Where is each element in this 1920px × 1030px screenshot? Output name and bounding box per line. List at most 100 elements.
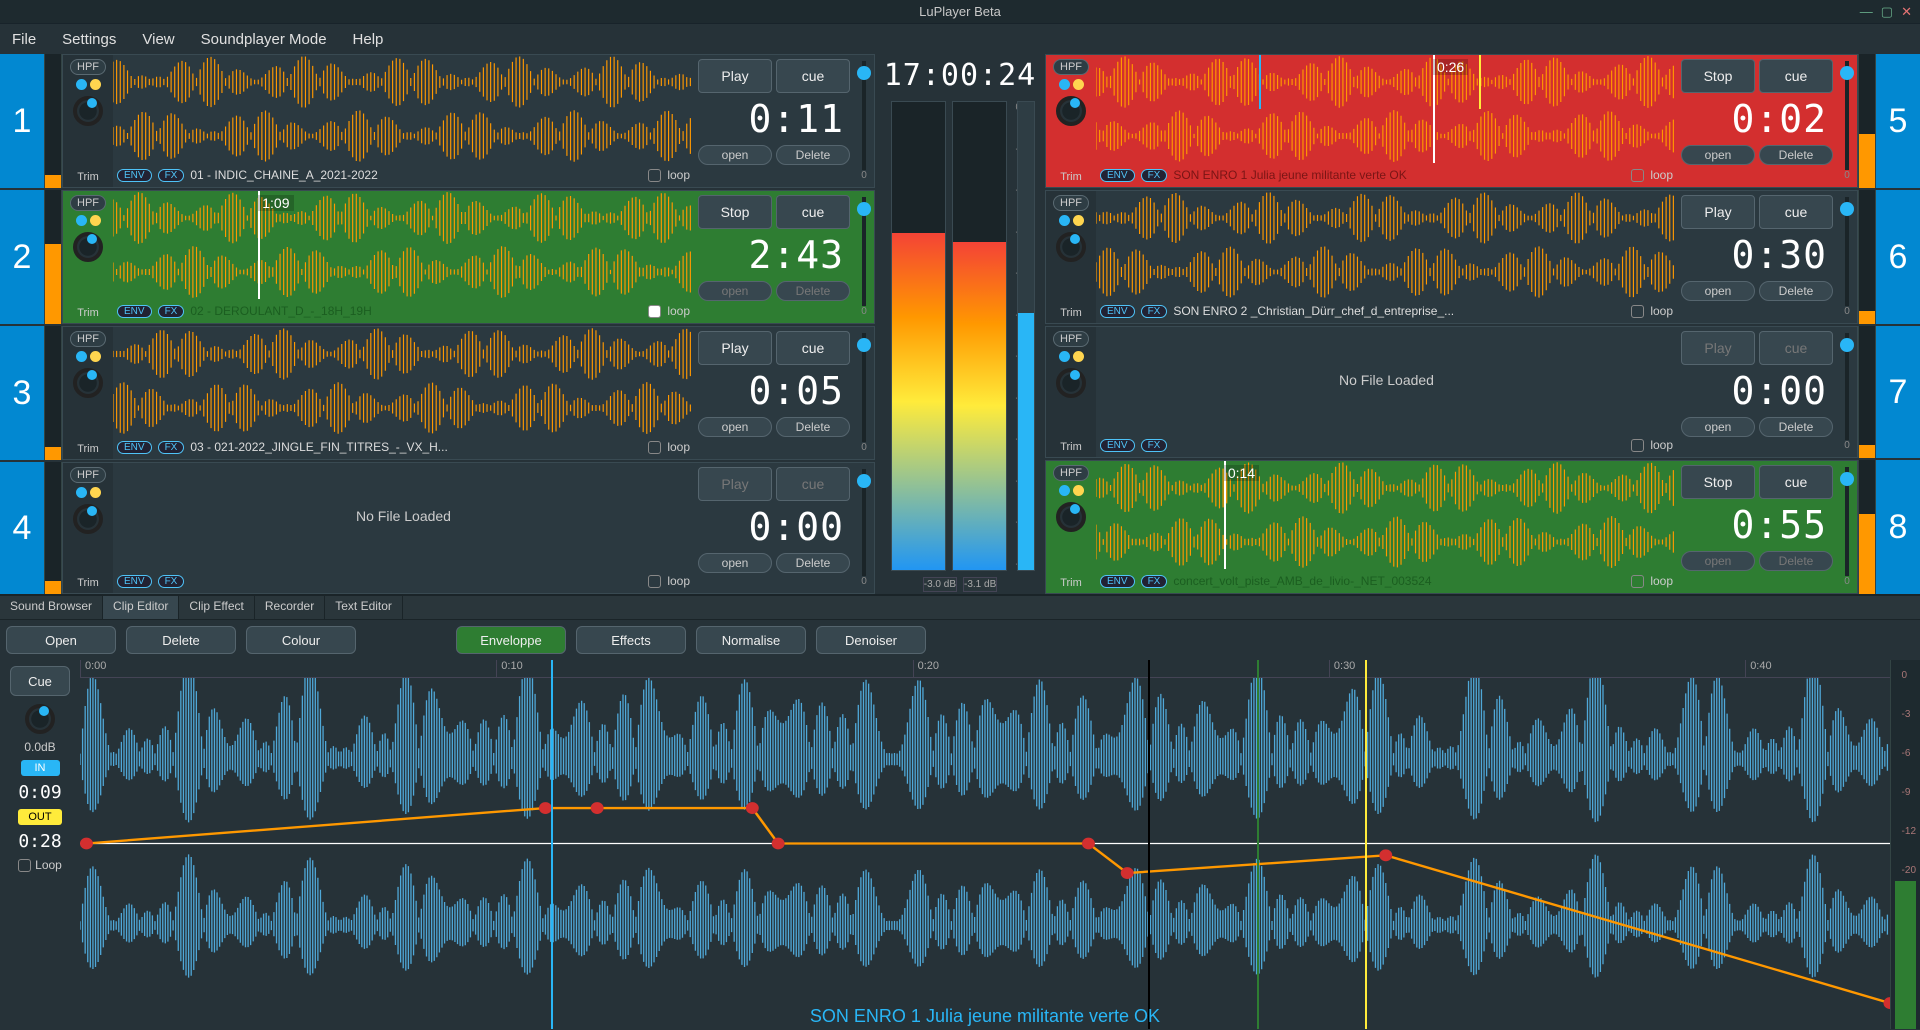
- delete-button[interactable]: Delete: [1759, 145, 1833, 165]
- trim-knob[interactable]: [73, 504, 103, 534]
- tab-clip-editor[interactable]: Clip Editor: [103, 596, 179, 619]
- env-pill[interactable]: ENV: [1100, 575, 1135, 588]
- out-badge[interactable]: OUT: [18, 809, 61, 825]
- delete-button[interactable]: Delete: [776, 145, 850, 165]
- cue-button[interactable]: cue: [1759, 465, 1833, 499]
- loop-checkbox[interactable]: [648, 169, 661, 182]
- volume-slider[interactable]: 0: [854, 327, 874, 459]
- loop-checkbox[interactable]: [648, 305, 661, 318]
- env-pill[interactable]: ENV: [117, 575, 152, 588]
- trim-knob[interactable]: [73, 368, 103, 398]
- editor-knob[interactable]: [25, 704, 55, 734]
- hpf-button[interactable]: HPF: [1053, 195, 1089, 211]
- open-button[interactable]: open: [1681, 145, 1755, 165]
- volume-slider[interactable]: 0: [854, 463, 874, 593]
- waveform-area[interactable]: ENV FX 03 - 021-2022_JINGLE_FIN_TITRES_-…: [113, 327, 694, 459]
- menu-settings[interactable]: Settings: [62, 31, 116, 48]
- hpf-button[interactable]: HPF: [1053, 59, 1089, 75]
- menu-help[interactable]: Help: [353, 31, 384, 48]
- delete-button[interactable]: Delete: [1759, 281, 1833, 301]
- env-pill[interactable]: ENV: [117, 441, 152, 454]
- cue-button[interactable]: cue: [776, 195, 850, 229]
- menu-soundplayer-mode[interactable]: Soundplayer Mode: [201, 31, 327, 48]
- tab-sound-browser[interactable]: Sound Browser: [0, 596, 103, 619]
- loop-checkbox[interactable]: [1631, 575, 1644, 588]
- fx-pill[interactable]: FX: [158, 575, 185, 588]
- hpf-button[interactable]: HPF: [1053, 465, 1089, 481]
- marker-black[interactable]: [1148, 660, 1150, 1029]
- loop-checkbox[interactable]: [1631, 305, 1644, 318]
- hpf-button[interactable]: HPF: [1053, 331, 1089, 347]
- volume-slider[interactable]: 0: [1837, 55, 1857, 187]
- waveform-area[interactable]: No File Loaded ENV FX loop: [113, 463, 694, 593]
- fx-pill[interactable]: FX: [158, 305, 185, 318]
- editor-waveform[interactable]: 0:000:100:200:300:40 SON ENRO 1 Julia je…: [80, 660, 1890, 1029]
- cue-button[interactable]: cue: [776, 59, 850, 93]
- loop-checkbox[interactable]: [648, 441, 661, 454]
- open-button[interactable]: open: [698, 417, 772, 437]
- tool-normalise[interactable]: Normalise: [696, 626, 806, 654]
- play-button[interactable]: Play: [1681, 331, 1755, 365]
- volume-slider[interactable]: 0: [1837, 461, 1857, 593]
- open-button[interactable]: open: [698, 553, 772, 573]
- cue-button[interactable]: cue: [1759, 59, 1833, 93]
- cue-button[interactable]: cue: [1759, 195, 1833, 229]
- waveform-area[interactable]: No File Loaded ENV FX loop: [1096, 327, 1677, 457]
- play-button[interactable]: Play: [1681, 195, 1755, 229]
- minimize-icon[interactable]: —: [1860, 4, 1873, 20]
- loop-checkbox[interactable]: [1631, 169, 1644, 182]
- hpf-button[interactable]: HPF: [70, 467, 106, 483]
- volume-slider[interactable]: 0: [1837, 327, 1857, 457]
- volume-slider[interactable]: 0: [854, 55, 874, 187]
- waveform-area[interactable]: 1:09 ENV FX 02 - DEROULANT_D_-_18H_19H l…: [113, 191, 694, 323]
- tool-delete[interactable]: Delete: [126, 626, 236, 654]
- tool-effects[interactable]: Effects: [576, 626, 686, 654]
- env-pill[interactable]: ENV: [1100, 439, 1135, 452]
- fx-pill[interactable]: FX: [1141, 169, 1168, 182]
- env-pill[interactable]: ENV: [1100, 169, 1135, 182]
- trim-knob[interactable]: [1056, 368, 1086, 398]
- in-badge[interactable]: IN: [21, 760, 60, 776]
- open-button[interactable]: open: [698, 281, 772, 301]
- trim-knob[interactable]: [73, 96, 103, 126]
- playhead-line[interactable]: [551, 660, 553, 1029]
- loop-checkbox[interactable]: [1631, 439, 1644, 452]
- open-button[interactable]: open: [698, 145, 772, 165]
- tool-denoiser[interactable]: Denoiser: [816, 626, 926, 654]
- fx-pill[interactable]: FX: [1141, 439, 1168, 452]
- env-pill[interactable]: ENV: [117, 169, 152, 182]
- loop-checkbox[interactable]: [648, 575, 661, 588]
- delete-button[interactable]: Delete: [776, 417, 850, 437]
- menu-view[interactable]: View: [142, 31, 174, 48]
- open-button[interactable]: open: [1681, 417, 1755, 437]
- tool-colour[interactable]: Colour: [246, 626, 356, 654]
- maximize-icon[interactable]: ▢: [1881, 4, 1893, 20]
- cue-button[interactable]: cue: [776, 467, 850, 501]
- delete-button[interactable]: Delete: [776, 281, 850, 301]
- stop-button[interactable]: Stop: [698, 195, 772, 229]
- cue-button[interactable]: Cue: [10, 666, 70, 696]
- fx-pill[interactable]: FX: [158, 441, 185, 454]
- stop-button[interactable]: Stop: [1681, 465, 1755, 499]
- marker-yellow[interactable]: [1365, 660, 1367, 1029]
- delete-button[interactable]: Delete: [776, 553, 850, 573]
- fx-pill[interactable]: FX: [1141, 305, 1168, 318]
- env-pill[interactable]: ENV: [1100, 305, 1135, 318]
- play-button[interactable]: Play: [698, 331, 772, 365]
- open-button[interactable]: open: [1681, 281, 1755, 301]
- waveform-area[interactable]: 0:26 ENV FX SON ENRO 1 Julia jeune milit…: [1096, 55, 1677, 187]
- fx-pill[interactable]: FX: [1141, 575, 1168, 588]
- waveform-area[interactable]: ENV FX 01 - INDIC_CHAINE_A_2021-2022 loo…: [113, 55, 694, 187]
- trim-knob[interactable]: [1056, 502, 1086, 532]
- stop-button[interactable]: Stop: [1681, 59, 1755, 93]
- cue-button[interactable]: cue: [776, 331, 850, 365]
- tab-recorder[interactable]: Recorder: [255, 596, 325, 619]
- close-icon[interactable]: ✕: [1901, 4, 1912, 20]
- delete-button[interactable]: Delete: [1759, 417, 1833, 437]
- waveform-area[interactable]: 0:14 ENV FX concert_volt_piste_AMB_de_li…: [1096, 461, 1677, 593]
- fx-pill[interactable]: FX: [158, 169, 185, 182]
- play-button[interactable]: Play: [698, 467, 772, 501]
- tool-enveloppe[interactable]: Enveloppe: [456, 626, 566, 654]
- trim-knob[interactable]: [1056, 96, 1086, 126]
- volume-slider[interactable]: 0: [1837, 191, 1857, 323]
